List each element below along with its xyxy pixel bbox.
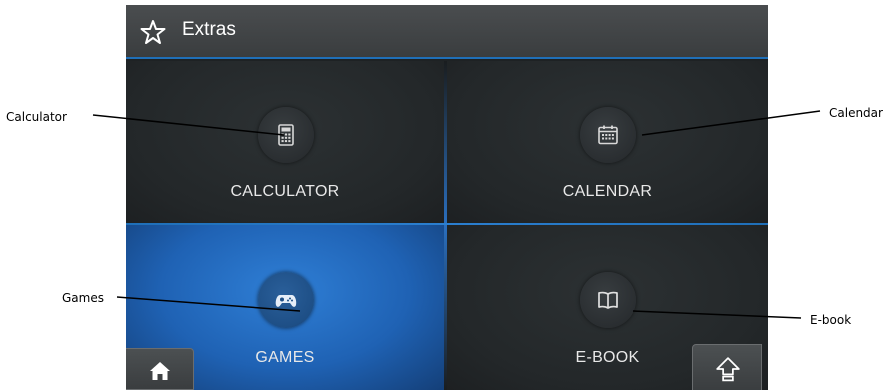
callout-line-calendar xyxy=(641,110,821,136)
callout-lines xyxy=(92,110,821,319)
callout-line-calculator xyxy=(92,114,285,136)
callout-line-ebook xyxy=(632,310,802,319)
callout-line-games xyxy=(116,296,301,312)
